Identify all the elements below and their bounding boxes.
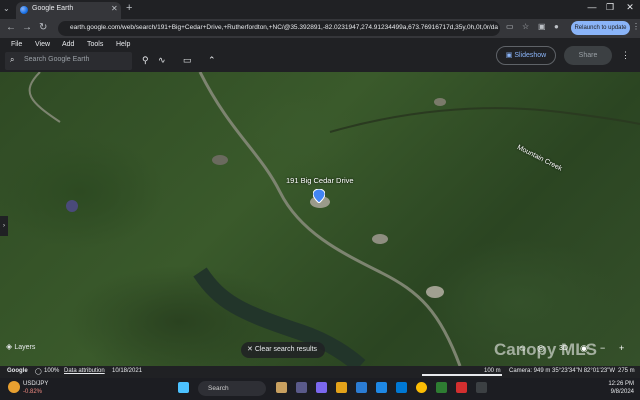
road: [28, 72, 61, 123]
relaunch-button[interactable]: Relaunch to update: [571, 21, 630, 35]
google-brand: Google: [7, 368, 28, 374]
share-button[interactable]: Share: [564, 46, 612, 65]
house: [434, 98, 446, 106]
menu-view[interactable]: View: [35, 41, 50, 48]
clock-date[interactable]: 9/8/2024: [608, 389, 634, 395]
satellite-map[interactable]: [0, 72, 640, 366]
camera-altitude: Camera: 949 m: [509, 368, 551, 374]
house: [372, 234, 388, 244]
slideshow-label: Slideshow: [514, 52, 547, 59]
clock-time[interactable]: 12:26 PM: [608, 381, 634, 387]
acrobat-icon[interactable]: [456, 382, 467, 393]
edge-icon[interactable]: [356, 382, 367, 393]
ticker-name[interactable]: USD/JPY: [23, 381, 48, 387]
layers-button[interactable]: ◈ Layers: [6, 342, 56, 358]
map-features: [28, 72, 640, 366]
house: [426, 286, 444, 298]
location-pin-icon[interactable]: [313, 189, 325, 203]
bookmark-icon[interactable]: ☆: [522, 22, 529, 31]
restore-icon[interactable]: ❐: [602, 2, 618, 13]
cast-icon[interactable]: ▭: [506, 22, 514, 31]
zoom-out-icon[interactable]: −: [600, 343, 605, 353]
search-icon: ⌕: [10, 55, 15, 64]
back-icon[interactable]: ←: [6, 22, 16, 33]
menu-dots-icon[interactable]: ⋮: [632, 22, 640, 31]
slideshow-button[interactable]: ▣ Slideshow: [496, 46, 556, 65]
widgets-icon[interactable]: [276, 382, 287, 393]
chevron-up-icon[interactable]: ⌃: [208, 55, 216, 66]
placemark-icon[interactable]: ⚲: [142, 55, 149, 66]
street-view-icon[interactable]: ☺: [518, 343, 527, 353]
new-tab-icon[interactable]: +: [126, 2, 132, 14]
close-tab-icon[interactable]: ✕: [111, 4, 118, 13]
more-options-icon[interactable]: ⋮: [621, 50, 630, 61]
menu-add[interactable]: Add: [62, 41, 74, 48]
app-icon[interactable]: [476, 382, 487, 393]
chat-icon[interactable]: [316, 382, 327, 393]
ruler-icon[interactable]: ▭: [183, 55, 192, 66]
extensions-icon[interactable]: ▣: [538, 22, 546, 31]
tilt-icon[interactable]: ◎: [537, 343, 545, 354]
scale-bar: [422, 374, 502, 376]
compass-icon[interactable]: ◉: [580, 343, 588, 354]
path-icon[interactable]: ∿: [158, 55, 166, 66]
chrome-icon[interactable]: [416, 382, 427, 393]
close-icon: ✕: [247, 346, 255, 353]
coordinates: 35°23'34"N 82°01'23"W: [552, 368, 616, 374]
scale-label: 100 m: [484, 368, 501, 374]
task-view-icon[interactable]: [296, 382, 307, 393]
close-window-icon[interactable]: ✕: [622, 2, 638, 13]
url-text: earth.google.com/web/search/191+Big+Ceda…: [70, 24, 498, 31]
loading-icon: ◯: [35, 369, 42, 375]
search-placeholder: Search Google Earth: [24, 56, 90, 63]
google-earth-favicon-icon: [20, 6, 28, 14]
taskbar-search-label: Search: [208, 385, 229, 392]
progress-value: 100%: [44, 368, 60, 374]
place-label: 191 Big Cedar Drive: [286, 176, 354, 185]
view-3d-button[interactable]: 3D: [559, 345, 568, 352]
reload-icon[interactable]: ↻: [39, 22, 47, 33]
creek: [329, 107, 640, 133]
excel-icon[interactable]: [436, 382, 447, 393]
data-attribution-link[interactable]: Data attribution: [64, 368, 105, 374]
layers-label: Layers: [14, 344, 36, 351]
house: [66, 200, 78, 212]
menu-tools[interactable]: Tools: [87, 41, 103, 48]
zoom-in-icon[interactable]: +: [619, 343, 624, 353]
imagery-date: 10/18/2021: [112, 368, 143, 374]
store-icon[interactable]: [396, 382, 407, 393]
ticker-change: -0.82%: [23, 389, 43, 395]
forward-icon[interactable]: →: [22, 22, 32, 33]
menu-help[interactable]: Help: [116, 41, 130, 48]
weather-icon[interactable]: [8, 381, 20, 393]
road: [198, 72, 462, 366]
browser-tab[interactable]: Google Earth ✕: [16, 2, 121, 19]
file-explorer-icon[interactable]: [336, 382, 347, 393]
windows-start-icon[interactable]: [178, 382, 189, 393]
elevation: 275 m: [618, 368, 635, 374]
minimize-icon[interactable]: —: [584, 2, 600, 12]
clear-search-label: Clear search results: [254, 346, 318, 353]
house: [212, 155, 228, 165]
mail-icon[interactable]: [376, 382, 387, 393]
expand-panel-icon[interactable]: ›: [0, 216, 8, 236]
tab-title: Google Earth: [32, 5, 74, 12]
menu-file[interactable]: File: [11, 41, 22, 48]
clear-search-button[interactable]: ✕ Clear search results: [241, 342, 325, 358]
profile-icon[interactable]: ●: [554, 22, 559, 31]
tab-search-icon[interactable]: ⌄: [3, 4, 10, 13]
